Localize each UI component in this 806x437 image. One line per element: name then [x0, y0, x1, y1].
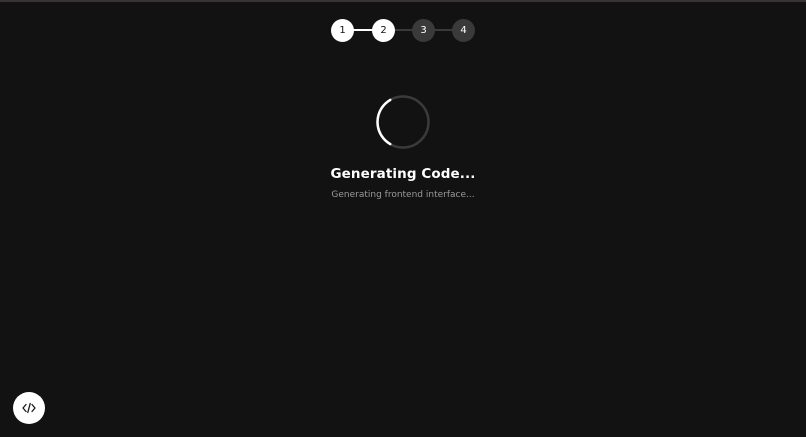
- progress-stepper: 1 2 3 4: [331, 19, 475, 42]
- step-2: 2: [372, 19, 395, 42]
- loading-spinner: [376, 95, 430, 149]
- step-3: 3: [412, 19, 435, 42]
- top-border: [0, 0, 806, 2]
- step-4: 4: [452, 19, 475, 42]
- code-view-button[interactable]: [13, 392, 45, 424]
- step-4-label: 4: [460, 25, 467, 36]
- code-icon: [22, 402, 36, 414]
- step-connector-3-4: [434, 29, 453, 31]
- step-1-label: 1: [339, 25, 346, 36]
- step-2-label: 2: [380, 25, 387, 36]
- step-3-label: 3: [420, 25, 427, 36]
- step-connector-2-3: [394, 29, 412, 31]
- step-1: 1: [331, 19, 354, 42]
- status-title: Generating Code...: [330, 166, 476, 182]
- step-connector-1-2: [353, 29, 373, 31]
- status-subtitle: Generating frontend interface...: [331, 190, 475, 200]
